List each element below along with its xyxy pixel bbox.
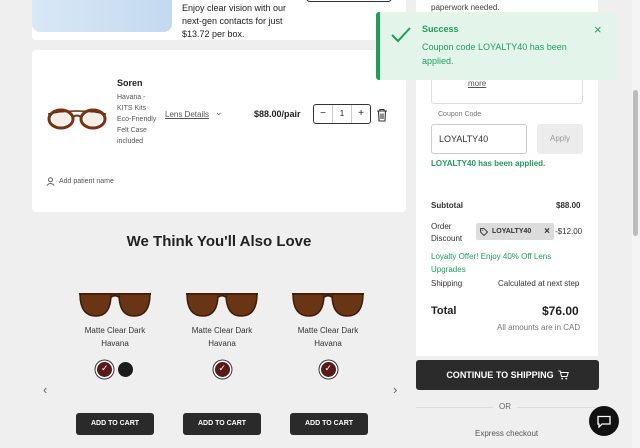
order-discount-label: Order Discount bbox=[431, 222, 463, 243]
success-toast: Success Coupon code LOYALTY40 has been a… bbox=[376, 12, 616, 80]
chat-icon bbox=[597, 415, 611, 428]
currency-note: All amounts are in CAD bbox=[497, 323, 581, 332]
apply-coupon-button[interactable]: Apply bbox=[537, 124, 583, 154]
product-name: Soren bbox=[117, 78, 143, 88]
contact-lens-card: Enjoy clear vision with our next-gen con… bbox=[32, 0, 406, 40]
total-label: Total bbox=[431, 305, 457, 317]
contact-lens-description: Enjoy clear vision with our next-gen con… bbox=[182, 3, 287, 39]
coupon-code-input[interactable]: LOYALTY40 bbox=[431, 124, 527, 154]
color-swatch-black[interactable] bbox=[118, 362, 133, 377]
sunglasses-image bbox=[186, 293, 258, 317]
add-to-cart-button[interactable]: ADD TO CART bbox=[183, 413, 261, 435]
contact-lens-button[interactable] bbox=[306, 0, 392, 2]
paperwork-note: paperwork needed. bbox=[431, 3, 500, 12]
tag-icon bbox=[480, 227, 488, 236]
close-icon[interactable]: × bbox=[594, 22, 602, 37]
express-checkout-link[interactable]: Express checkout bbox=[475, 429, 538, 438]
user-icon bbox=[46, 177, 55, 186]
lens-details-link[interactable]: Lens Details bbox=[165, 110, 209, 119]
trash-icon[interactable] bbox=[376, 108, 388, 122]
chevron-down-icon[interactable]: ⌄ bbox=[215, 107, 223, 118]
coupon-applied-message: LOYALTY40 has been applied. bbox=[431, 159, 546, 168]
cart-icon bbox=[558, 370, 569, 380]
product-details: Havana - KITS Kits Eco-Friendly Felt Cas… bbox=[117, 94, 157, 145]
eyeglasses-image bbox=[47, 108, 107, 130]
add-to-cart-button[interactable]: ADD TO CART bbox=[76, 413, 154, 435]
recommendation-card[interactable]: Matte Clear Dark Havana bbox=[177, 288, 267, 377]
add-to-cart-button[interactable]: ADD TO CART bbox=[290, 413, 368, 435]
color-swatch-havana[interactable] bbox=[214, 362, 230, 377]
recommendations-heading: We Think You'll Also Love bbox=[126, 233, 312, 250]
continue-to-shipping-button[interactable]: CONTINUE TO SHIPPING bbox=[416, 360, 599, 390]
coupon-code-label: Coupon Code bbox=[438, 111, 482, 118]
recommendation-card[interactable]: Matte Clear Dark Havana bbox=[283, 288, 373, 377]
remove-discount-icon[interactable]: × bbox=[544, 226, 550, 237]
discount-value: -$12.00 bbox=[555, 227, 583, 236]
discount-code-chip: LOYALTY40 × bbox=[476, 223, 554, 240]
contact-lens-image bbox=[32, 0, 172, 32]
quantity-value[interactable]: 1 bbox=[332, 105, 352, 123]
toast-message: Coupon code LOYALTY40 has been applied. bbox=[422, 42, 567, 66]
add-patient-label: Add patient name bbox=[59, 178, 114, 185]
color-swatch-havana[interactable] bbox=[97, 362, 112, 377]
scrollbar-thumb[interactable] bbox=[633, 90, 638, 236]
recommendation-name: Matte Clear Dark Havana bbox=[191, 326, 253, 348]
carousel-prev-arrow[interactable]: ‹ bbox=[43, 382, 47, 397]
product-price: $88.00/pair bbox=[254, 109, 301, 119]
toast-title: Success bbox=[422, 24, 459, 34]
continue-to-shipping-label: CONTINUE TO SHIPPING bbox=[446, 370, 554, 380]
shipping-label: Shipping bbox=[431, 279, 463, 288]
chat-button[interactable] bbox=[589, 406, 619, 436]
discount-code-text: LOYALTY40 bbox=[492, 228, 532, 235]
or-text: OR bbox=[493, 402, 517, 411]
sunglasses-image bbox=[292, 293, 364, 317]
recommendation-name: Matte Clear Dark Havana bbox=[297, 326, 359, 348]
recommendation-name: Matte Clear Dark Havana bbox=[84, 326, 146, 348]
add-patient-link[interactable]: Add patient name bbox=[46, 177, 114, 186]
loyalty-offer: Loyalty Offer! Enjoy 40% Off Lens Upgrad… bbox=[431, 252, 552, 274]
increment-button[interactable]: + bbox=[352, 105, 370, 123]
color-swatch-havana[interactable] bbox=[320, 362, 336, 377]
more-link[interactable]: more bbox=[468, 79, 486, 88]
quantity-stepper: − 1 + bbox=[313, 104, 371, 124]
decrement-button[interactable]: − bbox=[314, 105, 332, 123]
carousel-next-arrow[interactable]: › bbox=[393, 382, 397, 397]
subtotal-label: Subtotal bbox=[431, 201, 463, 210]
recommendation-card[interactable]: Matte Clear Dark Havana bbox=[70, 288, 160, 377]
total-value: $76.00 bbox=[542, 304, 579, 318]
check-icon bbox=[391, 27, 411, 43]
sunglasses-image bbox=[79, 293, 151, 317]
cart-item-card: Soren Havana - KITS Kits Eco-Friendly Fe… bbox=[32, 50, 406, 212]
shipping-value: Calculated at next step bbox=[498, 279, 580, 288]
subtotal-value: $88.00 bbox=[556, 201, 581, 210]
